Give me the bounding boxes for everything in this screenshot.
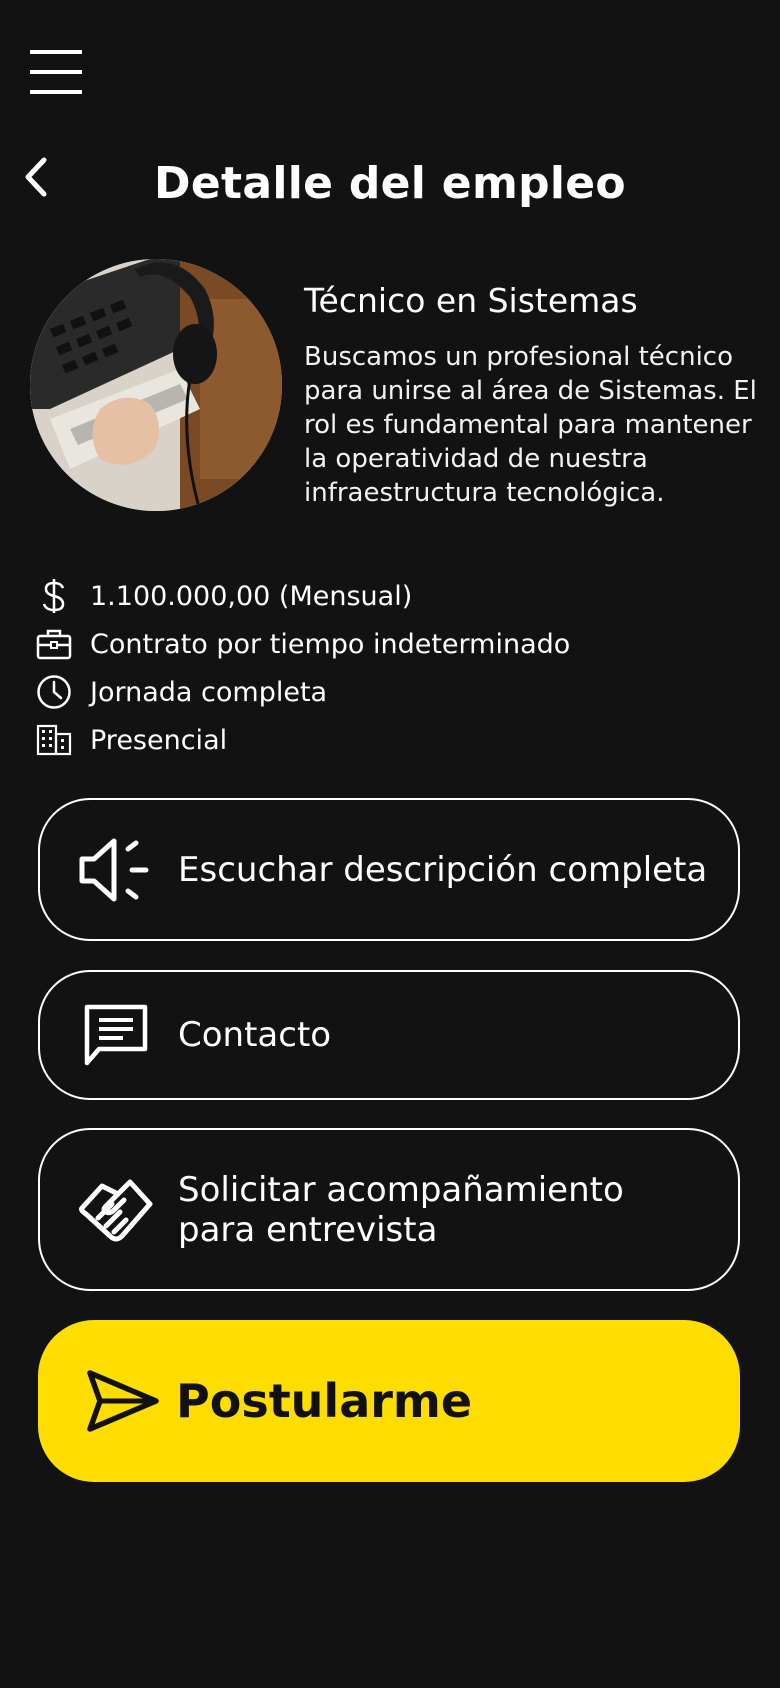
modality-text: Presencial — [90, 724, 228, 756]
hamburger-menu-icon[interactable] — [30, 50, 82, 94]
job-title: Técnico en Sistemas — [304, 281, 638, 320]
detail-schedule: Jornada completa — [36, 668, 570, 716]
contract-text: Contrato por tiempo indeterminado — [90, 628, 571, 660]
chat-icon — [76, 995, 156, 1075]
request-support-line1: Solicitar acompañamiento — [178, 1169, 624, 1210]
listen-description-label: Escuchar descripción completa — [178, 849, 708, 890]
schedule-text: Jornada completa — [90, 676, 328, 708]
job-details-list: 1.100.000,00 (Mensual) Contrato por tiem… — [36, 572, 570, 764]
contact-button[interactable]: Contacto — [38, 970, 740, 1100]
request-interview-support-label: Solicitar acompañamiento para entrevista — [178, 1170, 624, 1250]
detail-salary: 1.100.000,00 (Mensual) — [36, 572, 570, 620]
page-title: Detalle del empleo — [154, 158, 626, 209]
apply-label: Postularme — [176, 1374, 473, 1428]
dollar-icon — [36, 578, 72, 614]
contact-label: Contacto — [178, 1015, 332, 1055]
send-icon — [82, 1361, 162, 1441]
detail-modality: Presencial — [36, 716, 570, 764]
request-support-line2: para entrevista — [178, 1209, 438, 1250]
job-image — [30, 259, 282, 511]
handshake-icon — [76, 1170, 156, 1250]
speaker-icon — [76, 830, 156, 910]
clock-icon — [36, 674, 72, 710]
building-icon — [36, 722, 72, 758]
briefcase-icon — [36, 626, 72, 662]
detail-contract: Contrato por tiempo indeterminado — [36, 620, 570, 668]
job-description: Buscamos un profesional técnico para uni… — [304, 342, 757, 508]
salary-text: 1.100.000,00 (Mensual) — [90, 580, 413, 612]
apply-button[interactable]: Postularme — [38, 1320, 740, 1482]
request-interview-support-button[interactable]: Solicitar acompañamiento para entrevista — [38, 1128, 740, 1291]
listen-description-button[interactable]: Escuchar descripción completa — [38, 798, 740, 941]
job-detail-screen: Detalle del empleo Técnico en Sistemas B… — [0, 0, 780, 1688]
